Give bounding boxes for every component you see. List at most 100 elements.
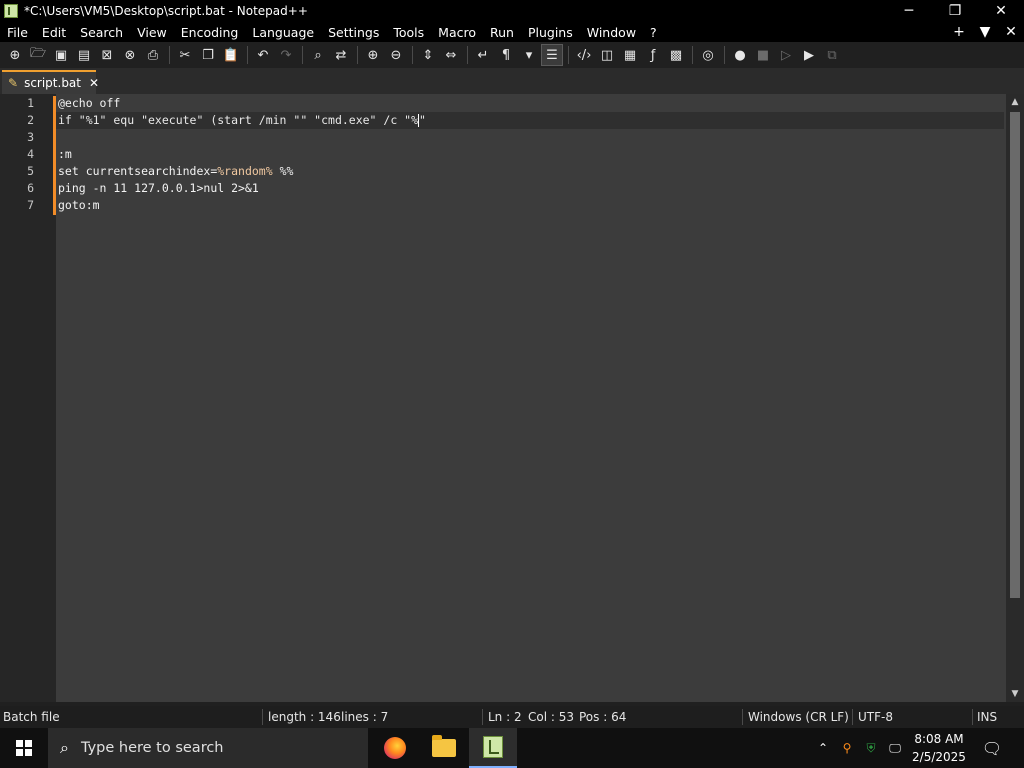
stop-macro-icon[interactable]: ■ bbox=[752, 44, 774, 66]
status-length: length : 146 bbox=[268, 710, 341, 724]
toolbar-separator bbox=[568, 46, 569, 64]
sync-vertical-scroll-icon[interactable]: ⇕ bbox=[417, 44, 439, 66]
scroll-down-arrow-icon[interactable]: ▼ bbox=[1006, 686, 1024, 702]
show-hidden-icons-chevron-icon[interactable]: ⌃ bbox=[812, 728, 834, 768]
notepadpp-app-icon[interactable] bbox=[4, 4, 18, 18]
undo-icon[interactable]: ↶ bbox=[252, 44, 274, 66]
line-number: 4 bbox=[27, 147, 34, 161]
close-window-button[interactable]: ✕ bbox=[978, 0, 1024, 22]
code-line-4[interactable]: :m bbox=[58, 146, 72, 163]
taskbar-file-explorer[interactable] bbox=[420, 728, 468, 768]
code-line-2[interactable]: if "%1" equ "execute" (start /min "" "cm… bbox=[58, 112, 426, 129]
code-line-6[interactable]: ping -n 11 127.0.0.1>nul 2>&1 bbox=[58, 180, 259, 197]
zoom-out-icon[interactable]: ⊖ bbox=[385, 44, 407, 66]
menu-edit[interactable]: Edit bbox=[35, 25, 73, 40]
tab-list-dropdown-button[interactable]: ▼ bbox=[972, 24, 998, 40]
code-text: " bbox=[419, 113, 426, 127]
taskbar-firefox[interactable] bbox=[371, 728, 419, 768]
menu-tools[interactable]: Tools bbox=[386, 25, 431, 40]
status-separator bbox=[742, 709, 743, 725]
sync-horizontal-scroll-icon[interactable]: ⇔ bbox=[440, 44, 462, 66]
close-all-icon[interactable]: ⊗ bbox=[119, 44, 141, 66]
status-eol-format[interactable]: Windows (CR LF) bbox=[748, 706, 849, 728]
network-icon[interactable]: 🖵 bbox=[884, 728, 906, 768]
paste-icon[interactable]: 📋 bbox=[220, 44, 242, 66]
code-line-5[interactable]: set currentsearchindex=%random% %% bbox=[58, 163, 293, 180]
play-macro-icon[interactable]: ▷ bbox=[775, 44, 797, 66]
new-file-icon[interactable]: ⊕ bbox=[4, 44, 26, 66]
status-separator bbox=[852, 709, 853, 725]
document-list-icon[interactable]: ▦ bbox=[619, 44, 641, 66]
menu-window[interactable]: Window bbox=[580, 25, 643, 40]
editor-area[interactable]: 1 2 3 4 5 6 7 @echo off if "%1" equ "exe… bbox=[0, 94, 1024, 702]
record-macro-icon[interactable]: ● bbox=[729, 44, 751, 66]
toolbar: ⊕ 🗁 ▣ ▤ ⊠ ⊗ ⎙ ✂ ❐ 📋 ↶ ↷ ⌕ ⇄ ⊕ ⊖ ⇕ ⇔ ↵ ¶ … bbox=[0, 42, 1024, 68]
status-bar: Batch file length : 146 lines : 7 Ln : 2… bbox=[0, 706, 1024, 728]
toolbar-separator bbox=[357, 46, 358, 64]
scrollbar-thumb[interactable] bbox=[1010, 112, 1020, 598]
taskbar-notepadpp[interactable] bbox=[469, 728, 517, 768]
close-tab-button[interactable]: ✕ bbox=[998, 24, 1024, 40]
vertical-scrollbar[interactable]: ▲ ▼ bbox=[1006, 94, 1024, 702]
save-all-icon[interactable]: ▤ bbox=[73, 44, 95, 66]
status-insert-mode[interactable]: INS bbox=[977, 706, 997, 728]
menu-plugins[interactable]: Plugins bbox=[521, 25, 580, 40]
folder-as-workspace-icon[interactable]: ▩ bbox=[665, 44, 687, 66]
clock-date: 2/5/2025 bbox=[912, 750, 966, 764]
minimize-button[interactable]: ─ bbox=[886, 0, 932, 22]
notifications-icon[interactable]: 🗨 bbox=[980, 728, 1004, 768]
menu-file[interactable]: File bbox=[0, 25, 35, 40]
toolbar-separator bbox=[467, 46, 468, 64]
menu-search[interactable]: Search bbox=[73, 25, 130, 40]
restore-button[interactable]: ❐ bbox=[932, 0, 978, 22]
replace-icon[interactable]: ⇄ bbox=[330, 44, 352, 66]
start-button[interactable] bbox=[0, 728, 48, 768]
tab-close-icon[interactable]: ✕ bbox=[89, 76, 99, 90]
open-file-icon[interactable]: 🗁 bbox=[27, 44, 49, 66]
status-encoding[interactable]: UTF-8 bbox=[858, 706, 893, 728]
close-icon[interactable]: ⊠ bbox=[96, 44, 118, 66]
save-macro-icon[interactable]: ⧉ bbox=[821, 44, 843, 66]
menu-macro[interactable]: Macro bbox=[431, 25, 483, 40]
word-wrap-icon[interactable]: ↵ bbox=[472, 44, 494, 66]
taskbar-clock[interactable]: 8:08 AM 2/5/2025 bbox=[906, 728, 972, 768]
run-macro-multiple-icon[interactable]: ▶ bbox=[798, 44, 820, 66]
xml-tags-icon[interactable]: ‹/› bbox=[573, 44, 595, 66]
redo-icon[interactable]: ↷ bbox=[275, 44, 297, 66]
new-tab-button[interactable]: + bbox=[946, 24, 972, 40]
security-shield-icon[interactable]: ⛨ bbox=[860, 728, 882, 768]
code-line-7[interactable]: goto:m bbox=[58, 197, 100, 214]
document-map-icon[interactable]: ◫ bbox=[596, 44, 618, 66]
code-text: set currentsearchindex= bbox=[58, 164, 218, 178]
search-tray-icon[interactable]: ⚲ bbox=[836, 728, 858, 768]
dropdown-arrow-icon[interactable]: ▾ bbox=[518, 44, 540, 66]
code-text: @echo off bbox=[58, 96, 121, 110]
toolbar-separator bbox=[724, 46, 725, 64]
monitoring-icon[interactable]: ◎ bbox=[697, 44, 719, 66]
scroll-up-arrow-icon[interactable]: ▲ bbox=[1006, 94, 1024, 110]
clock-time: 8:08 AM bbox=[914, 732, 964, 746]
menu-settings[interactable]: Settings bbox=[321, 25, 386, 40]
taskbar-search-box[interactable]: ⌕ Type here to search bbox=[48, 728, 368, 768]
code-line-1[interactable]: @echo off bbox=[58, 95, 120, 112]
cut-icon[interactable]: ✂ bbox=[174, 44, 196, 66]
menu-view[interactable]: View bbox=[130, 25, 174, 40]
menu-run[interactable]: Run bbox=[483, 25, 521, 40]
search-icon: ⌕ bbox=[60, 738, 69, 757]
menu-bar: File Edit Search View Encoding Language … bbox=[0, 22, 1024, 42]
print-icon[interactable]: ⎙ bbox=[142, 44, 164, 66]
menu-language[interactable]: Language bbox=[245, 25, 321, 40]
indent-guide-icon[interactable]: ☰ bbox=[541, 44, 563, 66]
menu-encoding[interactable]: Encoding bbox=[174, 25, 246, 40]
show-all-characters-icon[interactable]: ¶ bbox=[495, 44, 517, 66]
windows-taskbar: ⌕ Type here to search ⌃ ⚲ ⛨ 🖵 8:08 AM 2/… bbox=[0, 728, 1024, 768]
find-icon[interactable]: ⌕ bbox=[307, 44, 329, 66]
line-number: 6 bbox=[27, 181, 34, 195]
menu-help[interactable]: ? bbox=[643, 25, 664, 40]
toolbar-separator bbox=[412, 46, 413, 64]
tab-script-bat[interactable]: ✎ script.bat ✕ bbox=[2, 70, 99, 94]
copy-icon[interactable]: ❐ bbox=[197, 44, 219, 66]
zoom-in-icon[interactable]: ⊕ bbox=[362, 44, 384, 66]
save-icon[interactable]: ▣ bbox=[50, 44, 72, 66]
function-list-icon[interactable]: ƒ bbox=[642, 44, 664, 66]
